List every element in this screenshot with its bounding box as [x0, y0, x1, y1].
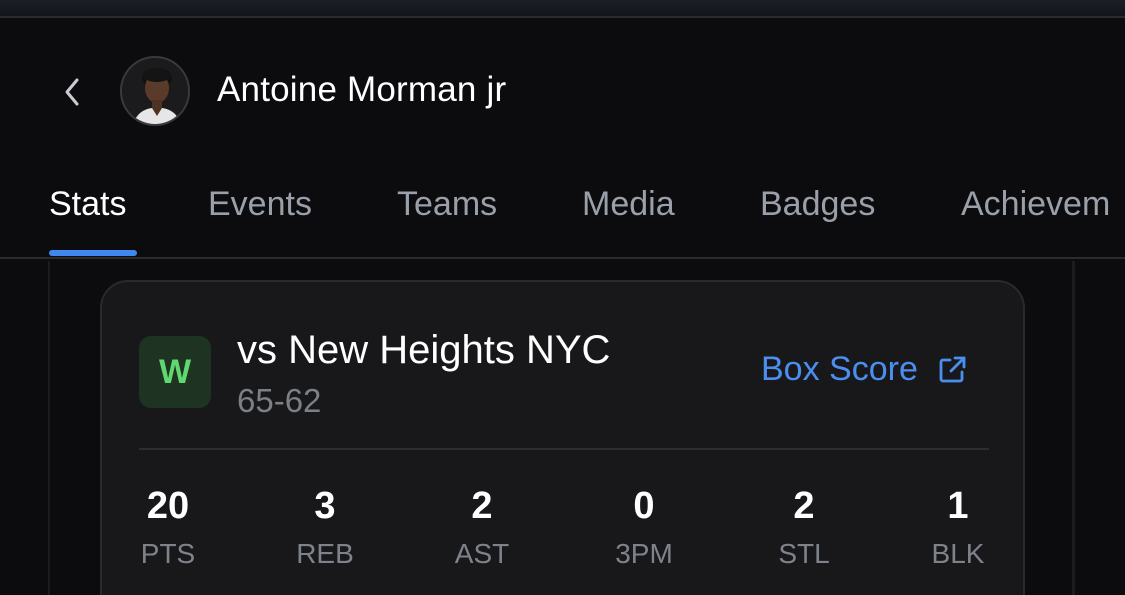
stat-label: REB [296, 538, 354, 569]
stat-blk: 1 BLK [898, 484, 1018, 570]
tab-badges[interactable]: Badges [760, 185, 875, 224]
tab-achievements[interactable]: Achievem [961, 185, 1110, 224]
external-link-icon [939, 356, 966, 382]
stat-3pm: 0 3PM [584, 484, 704, 570]
stat-value: 2 [471, 485, 493, 527]
opponent-name: vs New Heights NYC [237, 328, 611, 372]
box-score-link[interactable]: Box Score [761, 350, 968, 389]
stat-value: 0 [633, 485, 655, 527]
stat-label: STL [778, 538, 830, 569]
stat-reb: 3 REB [265, 484, 385, 570]
stat-value: 1 [947, 485, 969, 527]
tab-events[interactable]: Events [208, 185, 312, 224]
stat-ast: 2 AST [422, 484, 542, 570]
active-tab-indicator [49, 250, 137, 256]
stat-stl: 2 STL [744, 484, 864, 570]
stat-label: PTS [140, 538, 196, 569]
avatar[interactable] [120, 56, 190, 126]
box-score-label: Box Score [761, 350, 918, 388]
stat-value: 2 [793, 485, 815, 527]
tab-stats[interactable]: Stats [49, 185, 126, 224]
player-profile-screen: Antoine Morman jr Stats Events Teams Med… [0, 0, 1125, 595]
tab-bar: Stats Events Teams Media Badges Achievem [0, 163, 1125, 259]
player-name: Antoine Morman jr [217, 70, 507, 109]
content-border-right [1072, 261, 1075, 595]
back-button[interactable] [52, 70, 92, 114]
tab-media[interactable]: Media [582, 185, 675, 224]
tab-teams[interactable]: Teams [397, 185, 497, 224]
result-badge: W [139, 336, 211, 408]
player-photo [122, 58, 188, 124]
stat-value: 20 [146, 485, 190, 527]
top-bar-edge [0, 0, 1125, 18]
content-border-left [48, 261, 50, 595]
chevron-left-icon [65, 78, 79, 106]
stat-pts: 20 PTS [108, 484, 228, 570]
stat-label: 3PM [615, 538, 673, 569]
game-card[interactable]: W vs New Heights NYC 65-62 Box Score 20 … [100, 280, 1025, 595]
header: Antoine Morman jr [0, 18, 1125, 163]
stat-label: BLK [931, 538, 985, 569]
stat-label: AST [454, 538, 510, 569]
card-divider [139, 448, 989, 450]
game-score: 65-62 [237, 382, 322, 419]
stat-value: 3 [314, 485, 336, 527]
